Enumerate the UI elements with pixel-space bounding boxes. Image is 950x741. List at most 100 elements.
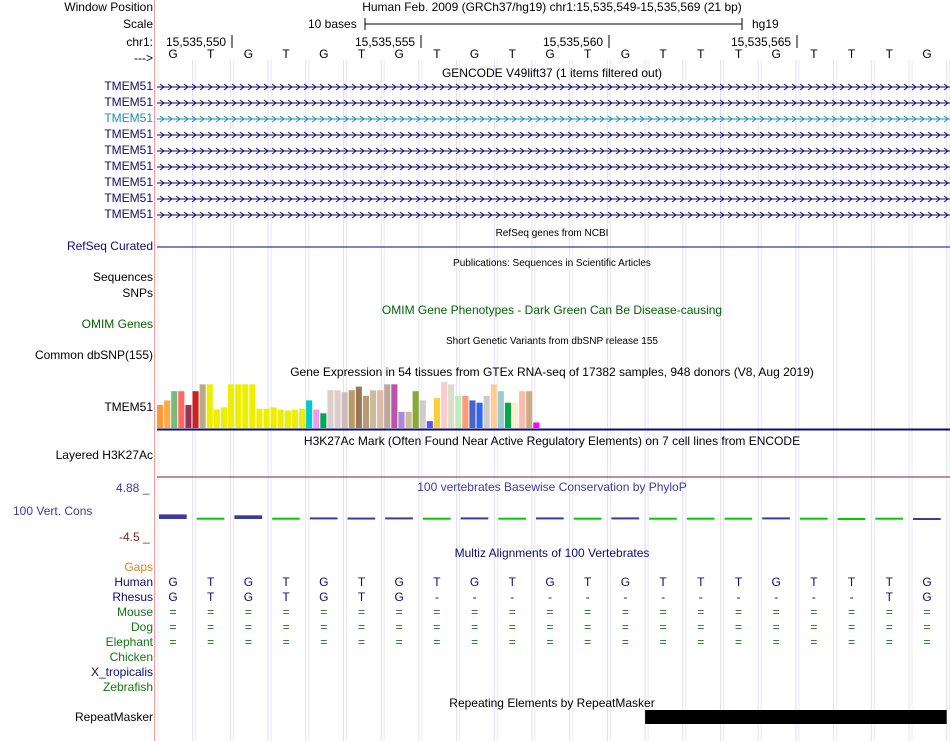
gtex-tissue-bar — [533, 422, 540, 428]
gencode-transcript-label[interactable]: TMEM51 — [104, 175, 153, 190]
gencode-transcript-label[interactable]: TMEM51 — [104, 95, 153, 110]
reference-base: T — [357, 47, 366, 61]
alignment-base: T — [847, 575, 856, 589]
gtex-tissue-bar — [362, 395, 369, 428]
reference-base: G — [922, 47, 932, 61]
gtex-tissue-bar — [405, 411, 412, 428]
alignment-base: = — [395, 620, 403, 634]
reference-base: G — [168, 47, 178, 61]
assembly-position-text: Human Feb. 2009 (GRCh37/hg19) chr1:15,53… — [362, 0, 742, 14]
alignment-base: T — [584, 575, 592, 589]
alignment-base: - — [548, 590, 552, 604]
alignment-base: G — [168, 590, 178, 604]
multiz-species-label[interactable]: Chicken — [110, 650, 153, 665]
multiz-species-label[interactable]: Zebrafish — [103, 680, 153, 695]
conservation-score-bar — [196, 517, 225, 520]
gencode-transcript-label[interactable]: TMEM51 — [104, 79, 153, 94]
alignment-base: T — [282, 575, 290, 589]
gtex-label[interactable]: TMEM51 — [104, 400, 153, 415]
gtex-tissue-bar — [504, 402, 511, 428]
alignment-base: = — [395, 635, 403, 649]
label-divider — [154, 0, 155, 741]
alignment-base: - — [585, 590, 590, 604]
multiz-gaps-label[interactable]: Gaps — [124, 560, 153, 575]
conservation-score-bar — [913, 518, 941, 520]
alignment-base: = — [734, 605, 743, 619]
conservation-label[interactable]: 100 Vert. Cons — [13, 504, 92, 519]
alignment-base: = — [282, 605, 290, 619]
dbsnp-label[interactable]: Common dbSNP(155) — [35, 348, 153, 363]
gtex-tissue-bar — [178, 391, 185, 428]
alignment-base: = — [433, 635, 441, 649]
conservation-score-bar — [347, 517, 376, 520]
gencode-transcript-label[interactable]: TMEM51 — [104, 191, 153, 206]
multiz-species-label[interactable]: Rhesus — [112, 590, 153, 605]
multiz-track-title: Multiz Alignments of 100 Vertebrates — [454, 546, 650, 560]
gtex-tissue-bar — [320, 413, 327, 428]
alignment-base: - — [849, 590, 854, 604]
reference-base: T — [810, 47, 818, 61]
alignment-base: = — [848, 605, 856, 619]
alignment-base: = — [923, 620, 931, 634]
repeatmasker-label[interactable]: RepeatMasker — [75, 710, 153, 725]
conservation-score-bar — [762, 517, 790, 520]
alignment-base: - — [472, 590, 477, 604]
gtex-tissue-bar — [171, 391, 178, 428]
gencode-track-title: GENCODE V49lift37 (1 items filtered out) — [441, 66, 663, 80]
conservation-score-bar — [536, 517, 564, 520]
alignment-base: - — [510, 590, 515, 604]
publications-label-sequences[interactable]: Sequences — [93, 270, 153, 285]
omim-label[interactable]: OMIM Genes — [82, 317, 153, 332]
gencode-transcript-label[interactable]: TMEM51 — [104, 207, 153, 222]
refseq-label[interactable]: RefSeq Curated — [67, 239, 153, 254]
gencode-transcript-label[interactable]: TMEM51 — [104, 143, 153, 158]
gtex-tissue-bar — [348, 390, 355, 428]
alignment-base: = — [433, 605, 441, 619]
multiz-species-label[interactable]: Human — [114, 575, 153, 590]
gtex-tissue-bar — [299, 408, 306, 428]
alignment-base: T — [282, 590, 290, 604]
multiz-species-label[interactable]: Elephant — [106, 635, 153, 650]
multiz-species-label[interactable]: X_tropicalis — [91, 665, 153, 680]
conservation-score-bar — [309, 517, 338, 520]
h3k27ac-label[interactable]: Layered H3K27Ac — [56, 448, 153, 463]
publications-label-snps[interactable]: SNPs — [122, 286, 153, 301]
alignment-base: - — [736, 590, 741, 604]
alignment-base: = — [207, 605, 215, 619]
gtex-tissue-bar — [448, 384, 455, 428]
alignment-base: = — [169, 620, 177, 634]
alignment-base: - — [698, 590, 703, 604]
alignment-base: T — [697, 575, 705, 589]
strand-label: ---> — [134, 51, 153, 65]
alignment-base: = — [244, 605, 252, 619]
gencode-transcript-label[interactable]: TMEM51 — [104, 127, 153, 142]
alignment-base: T — [885, 575, 893, 589]
gtex-tissue-bar — [206, 384, 213, 428]
multiz-species-label[interactable]: Dog — [131, 620, 153, 635]
alignment-base: = — [169, 605, 177, 619]
gtex-tissue-bar — [185, 405, 192, 428]
alignment-base: = — [546, 620, 554, 634]
alignment-base: T — [207, 575, 215, 589]
alignment-base: = — [357, 635, 366, 649]
alignment-base: = — [923, 605, 931, 619]
gencode-transcript-label[interactable]: TMEM51 — [104, 159, 153, 174]
reference-base: G — [394, 47, 404, 61]
gtex-tissue-bar — [164, 400, 171, 428]
alignment-base: = — [772, 605, 780, 619]
gtex-tissue-bar — [469, 400, 476, 428]
alignment-base: = — [320, 605, 328, 619]
alignment-base: G — [168, 575, 178, 589]
gtex-tissue-bar — [256, 408, 263, 428]
gtex-tissue-bar — [355, 386, 362, 428]
conservation-score-bar — [686, 517, 715, 520]
conservation-score-bar — [460, 517, 489, 520]
gtex-tissue-bar — [441, 382, 448, 428]
alignment-base: = — [282, 620, 290, 634]
gencode-transcript-label[interactable]: TMEM51 — [104, 111, 153, 126]
genome-browser-image[interactable]: Window Position Scale chr1: ---> Human F… — [0, 0, 950, 741]
gtex-tissue-bar — [483, 395, 490, 428]
conservation-score-bar — [573, 517, 602, 520]
multiz-species-label[interactable]: Mouse — [117, 605, 153, 620]
gtex-tissue-bar — [249, 384, 256, 428]
